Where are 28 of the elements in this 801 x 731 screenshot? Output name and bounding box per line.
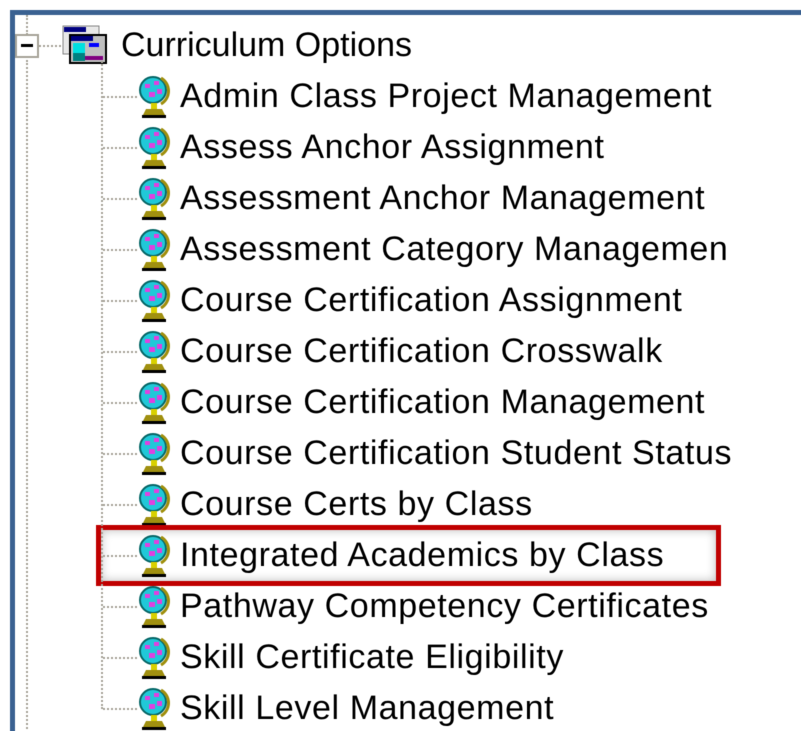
globe-icon	[137, 432, 173, 476]
collapse-toggle[interactable]	[15, 34, 39, 58]
tree-item[interactable]: Course Certification Management	[180, 377, 706, 428]
tree-item[interactable]: Course Certification Student Status	[180, 428, 732, 479]
globe-icon	[137, 686, 173, 730]
globe-icon	[137, 126, 173, 170]
tree-item[interactable]: Pathway Competency Certificates	[180, 581, 709, 632]
globe-icon	[137, 176, 173, 220]
globe-icon	[137, 534, 173, 578]
tree-item[interactable]: Curriculum Options	[121, 20, 412, 71]
globe-icon	[137, 584, 173, 628]
tree-item[interactable]: Integrated Academics by Class	[180, 530, 664, 581]
tree-item[interactable]: Assess Anchor Assignment	[180, 122, 604, 173]
tree-item[interactable]: Assessment Anchor Management	[180, 173, 706, 224]
tree-item[interactable]: Assessment Category Managemen	[180, 224, 728, 275]
tree-item[interactable]: Skill Certificate Eligibility	[180, 632, 564, 683]
globe-icon	[137, 482, 173, 526]
tree-item[interactable]: Admin Class Project Management	[180, 71, 712, 122]
globe-icon	[137, 228, 173, 272]
globe-icon	[137, 636, 173, 680]
globe-icon	[137, 278, 173, 322]
tree-item[interactable]: Course Certs by Class	[180, 479, 533, 530]
tree-item[interactable]: Course Certification Crosswalk	[180, 326, 663, 377]
tree-item[interactable]: Course Certification Assignment	[180, 275, 682, 326]
globe-icon	[137, 380, 173, 424]
tree-item[interactable]: Skill Level Management	[180, 683, 554, 731]
globe-icon	[137, 330, 173, 374]
globe-icon	[137, 74, 173, 118]
